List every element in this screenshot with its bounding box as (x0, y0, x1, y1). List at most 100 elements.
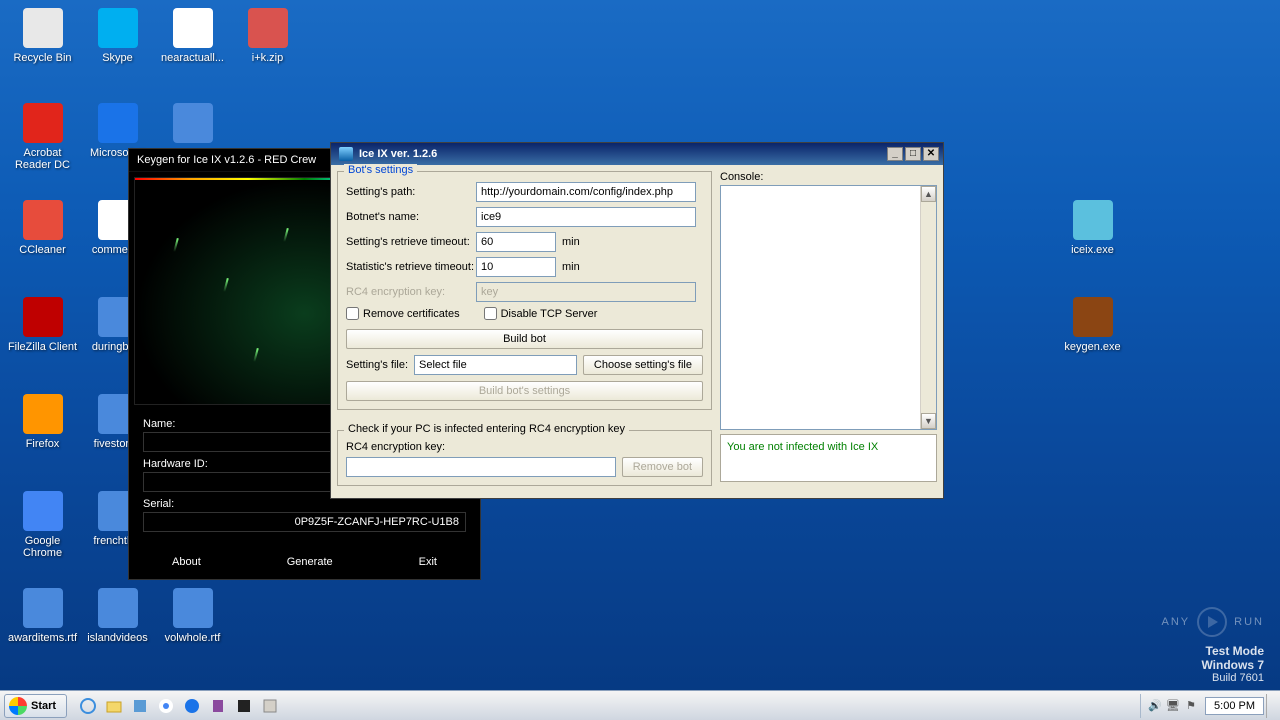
desktop-icon[interactable]: awarditems.rtf (5, 588, 80, 644)
file-icon (23, 8, 63, 48)
file-icon (1073, 297, 1113, 337)
file-icon (23, 394, 63, 434)
icon-label: Acrobat Reader DC (5, 147, 80, 171)
remove-certificates-checkbox[interactable]: Remove certificates (346, 307, 460, 320)
desktop-icon[interactable]: keygen.exe (1055, 297, 1130, 353)
desktop-icon[interactable]: Recycle Bin (5, 8, 80, 64)
settings-path-label: Setting's path: (346, 186, 476, 198)
watermark-testmode: Test Mode (1162, 644, 1264, 658)
keygen-serial-label: Serial: (143, 498, 466, 510)
settings-path-input[interactable] (476, 182, 696, 202)
keygen-generate-button[interactable]: Generate (287, 556, 333, 568)
taskbar-explorer-icon[interactable] (103, 695, 125, 717)
build-bot-button[interactable]: Build bot (346, 329, 703, 349)
file-icon (98, 588, 138, 628)
keygen-about-button[interactable]: About (172, 556, 201, 568)
desktop-icon[interactable]: nearactuall... (155, 8, 230, 64)
taskbar-clock[interactable]: 5:00 PM (1205, 697, 1264, 715)
infection-status: You are not infected with Ice IX (720, 434, 937, 482)
icon-label: volwhole.rtf (155, 632, 230, 644)
file-icon (23, 103, 63, 143)
desktop-icon[interactable]: Acrobat Reader DC (5, 103, 80, 171)
retrieve-unit: min (562, 236, 580, 248)
keygen-exit-button[interactable]: Exit (419, 556, 437, 568)
rc4-check-label: RC4 encryption key: (346, 441, 703, 453)
icon-label: awarditems.rtf (5, 632, 80, 644)
tray-network-icon[interactable]: 🖥 (1165, 698, 1181, 714)
icon-label: Google Chrome (5, 535, 80, 559)
icon-label: FileZilla Client (5, 341, 80, 353)
scroll-down-icon[interactable]: ▼ (921, 413, 936, 429)
iceix-window: Ice IX ver. 1.2.6 _ □ ✕ Bot's settings S… (330, 142, 944, 499)
desktop-icon[interactable] (155, 103, 230, 147)
keygen-serial-input[interactable]: 0P9Z5F-ZCANFJ-HEP7RC-U1B8 (143, 512, 466, 532)
start-button[interactable]: Start (4, 694, 67, 718)
file-icon (23, 297, 63, 337)
file-icon (98, 8, 138, 48)
scroll-up-icon[interactable]: ▲ (921, 186, 936, 202)
watermark: ANY RUN Test Mode Windows 7 Build 7601 (1162, 606, 1264, 684)
taskbar-iceix-icon[interactable] (259, 695, 281, 717)
desktop-icon[interactable]: islandvideos (80, 588, 155, 644)
choose-settings-file-button[interactable]: Choose setting's file (583, 355, 703, 375)
windows-logo-icon (9, 697, 27, 715)
minimize-button[interactable]: _ (887, 147, 903, 161)
rc4-key-label: RC4 encryption key: (346, 286, 476, 298)
rc4-key-input (476, 282, 696, 302)
desktop-icon[interactable]: Firefox (5, 394, 80, 450)
file-icon (98, 103, 138, 143)
desktop-icon[interactable]: i+k.zip (230, 8, 305, 64)
file-icon (248, 8, 288, 48)
file-icon (23, 200, 63, 240)
remove-bot-button[interactable]: Remove bot (622, 457, 703, 477)
icon-label: nearactuall... (155, 52, 230, 64)
console-label: Console: (720, 171, 937, 183)
file-icon (173, 8, 213, 48)
anyrun-logo: ANY RUN (1162, 606, 1264, 638)
watermark-os: Windows 7 (1162, 658, 1264, 672)
bot-settings-fieldset: Bot's settings Setting's path: Botnet's … (337, 171, 712, 410)
icon-label: iceix.exe (1055, 244, 1130, 256)
statistic-timeout-input[interactable] (476, 257, 556, 277)
taskbar-winrar-icon[interactable] (207, 695, 229, 717)
icon-label: islandvideos (80, 632, 155, 644)
taskbar-keygen-icon[interactable] (233, 695, 255, 717)
tray-volume-icon[interactable]: 🔊 (1147, 698, 1163, 714)
desktop-icon[interactable]: Google Chrome (5, 491, 80, 559)
taskbar-edge-icon[interactable] (181, 695, 203, 717)
taskbar-app-icon[interactable] (129, 695, 151, 717)
desktop-icon[interactable]: Skype (80, 8, 155, 64)
window-title: Ice IX ver. 1.2.6 (359, 148, 437, 160)
icon-label: Recycle Bin (5, 52, 80, 64)
app-icon (339, 147, 353, 161)
desktop: Recycle BinSkypenearactuall...i+k.zip Acr… (0, 0, 1280, 720)
disable-tcp-checkbox[interactable]: Disable TCP Server (484, 307, 598, 320)
desktop-icon[interactable]: iceix.exe (1055, 200, 1130, 256)
desktop-icon[interactable]: CCleaner (5, 200, 80, 256)
file-icon (23, 588, 63, 628)
desktop-icon[interactable]: volwhole.rtf (155, 588, 230, 644)
maximize-button[interactable]: □ (905, 147, 921, 161)
icon-label: i+k.zip (230, 52, 305, 64)
desktop-icon[interactable]: FileZilla Client (5, 297, 80, 353)
show-desktop-button[interactable] (1266, 694, 1274, 718)
statistic-timeout-label: Statistic's retrieve timeout: (346, 261, 476, 273)
botnet-name-input[interactable] (476, 207, 696, 227)
taskbar-ie-icon[interactable] (77, 695, 99, 717)
icon-label: keygen.exe (1055, 341, 1130, 353)
settings-file-input[interactable] (414, 355, 577, 375)
taskbar-chrome-icon[interactable] (155, 695, 177, 717)
retrieve-timeout-label: Setting's retrieve timeout: (346, 236, 476, 248)
close-button[interactable]: ✕ (923, 147, 939, 161)
console-scrollbar[interactable]: ▲ ▼ (920, 186, 936, 429)
settings-file-label: Setting's file: (346, 359, 408, 371)
retrieve-timeout-input[interactable] (476, 232, 556, 252)
iceix-titlebar[interactable]: Ice IX ver. 1.2.6 _ □ ✕ (331, 143, 943, 165)
file-icon (1073, 200, 1113, 240)
rc4-check-input[interactable] (346, 457, 616, 477)
tray-flag-icon[interactable]: ⚑ (1183, 698, 1199, 714)
infection-check-legend: Check if your PC is infected entering RC… (344, 423, 629, 435)
build-bot-settings-button[interactable]: Build bot's settings (346, 381, 703, 401)
console-output[interactable]: ▲ ▼ (720, 185, 937, 430)
file-icon (173, 588, 213, 628)
